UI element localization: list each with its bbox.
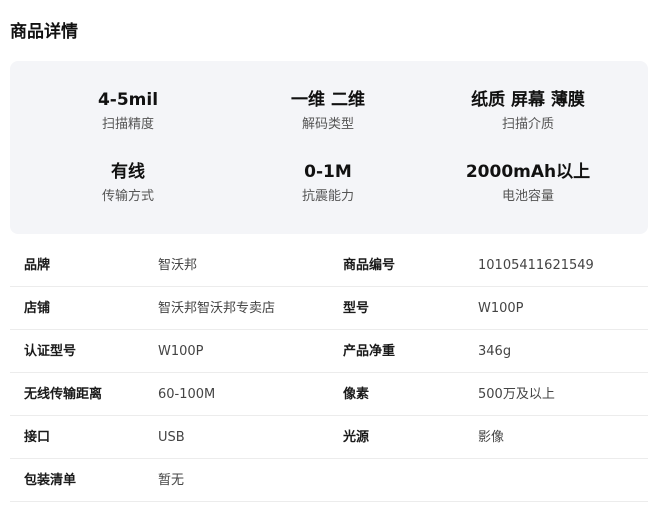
spec-value: 暂无 xyxy=(158,473,185,488)
highlight-label: 解码类型 xyxy=(301,117,354,132)
page-title: 商品详情 xyxy=(10,22,78,42)
spec-row: 包装清单 暂无 xyxy=(10,459,648,502)
highlight-label: 传输方式 xyxy=(101,189,154,204)
highlight-scan-precision: 4-5mil 扫描精度 xyxy=(22,89,234,133)
spec-row: 无线传输距离 60-100M 像素 500万及以上 xyxy=(10,373,648,416)
spec-row: 接口 USB 光源 影像 xyxy=(10,416,648,459)
spec-value: 10105411621549 xyxy=(478,258,594,273)
highlight-value: 有线 xyxy=(111,162,145,182)
spec-key: 无线传输距离 xyxy=(24,387,103,402)
spec-value: 智沃邦智沃邦专卖店 xyxy=(158,301,276,316)
spec-key: 店铺 xyxy=(24,301,51,316)
spec-value: 智沃邦 xyxy=(158,258,198,273)
spec-row: 认证型号 W100P 产品净重 346g xyxy=(10,330,648,373)
highlight-value: 纸质 屏幕 薄膜 xyxy=(471,90,585,110)
highlight-label: 抗震能力 xyxy=(301,189,354,204)
highlight-scan-media: 纸质 屏幕 薄膜 扫描介质 xyxy=(422,89,634,133)
highlight-value: 2000mAh以上 xyxy=(465,162,591,182)
highlight-shock-resistance: 0-1M 抗震能力 xyxy=(222,161,434,205)
spec-key: 接口 xyxy=(24,430,51,445)
highlight-value: 0-1M xyxy=(304,162,352,182)
highlight-value: 一维 二维 xyxy=(291,90,365,110)
spec-row: 品牌 智沃邦 商品编号 10105411621549 xyxy=(10,244,648,287)
spec-key: 产品净重 xyxy=(343,344,396,359)
highlight-decode-type: 一维 二维 解码类型 xyxy=(222,89,434,133)
highlight-transfer-mode: 有线 传输方式 xyxy=(22,161,234,205)
spec-key: 商品编号 xyxy=(343,258,396,273)
spec-value: 60-100M xyxy=(158,387,216,402)
spec-value: 500万及以上 xyxy=(478,387,555,402)
spec-value: 影像 xyxy=(478,430,505,445)
highlight-battery-capacity: 2000mAh以上 电池容量 xyxy=(422,161,634,205)
spec-value: W100P xyxy=(478,301,524,316)
highlight-label: 扫描介质 xyxy=(501,117,554,132)
highlight-label: 电池容量 xyxy=(501,189,554,204)
highlights-panel: 4-5mil 扫描精度 一维 二维 解码类型 纸质 屏幕 薄膜 扫描介质 有线 … xyxy=(10,61,648,234)
spec-key: 型号 xyxy=(343,301,370,316)
spec-value: USB xyxy=(158,430,185,445)
highlight-value: 4-5mil xyxy=(97,90,159,110)
spec-key: 像素 xyxy=(343,387,370,402)
spec-value: W100P xyxy=(158,344,204,359)
spec-key: 认证型号 xyxy=(24,344,77,359)
spec-key: 包装清单 xyxy=(24,473,77,488)
spec-row: 店铺 智沃邦智沃邦专卖店 型号 W100P xyxy=(10,287,648,330)
spec-table: 品牌 智沃邦 商品编号 10105411621549 店铺 智沃邦智沃邦专卖店 … xyxy=(10,244,648,502)
spec-value: 346g xyxy=(478,344,512,359)
highlight-label: 扫描精度 xyxy=(101,117,154,132)
spec-key: 品牌 xyxy=(24,258,51,273)
spec-key: 光源 xyxy=(343,430,370,445)
